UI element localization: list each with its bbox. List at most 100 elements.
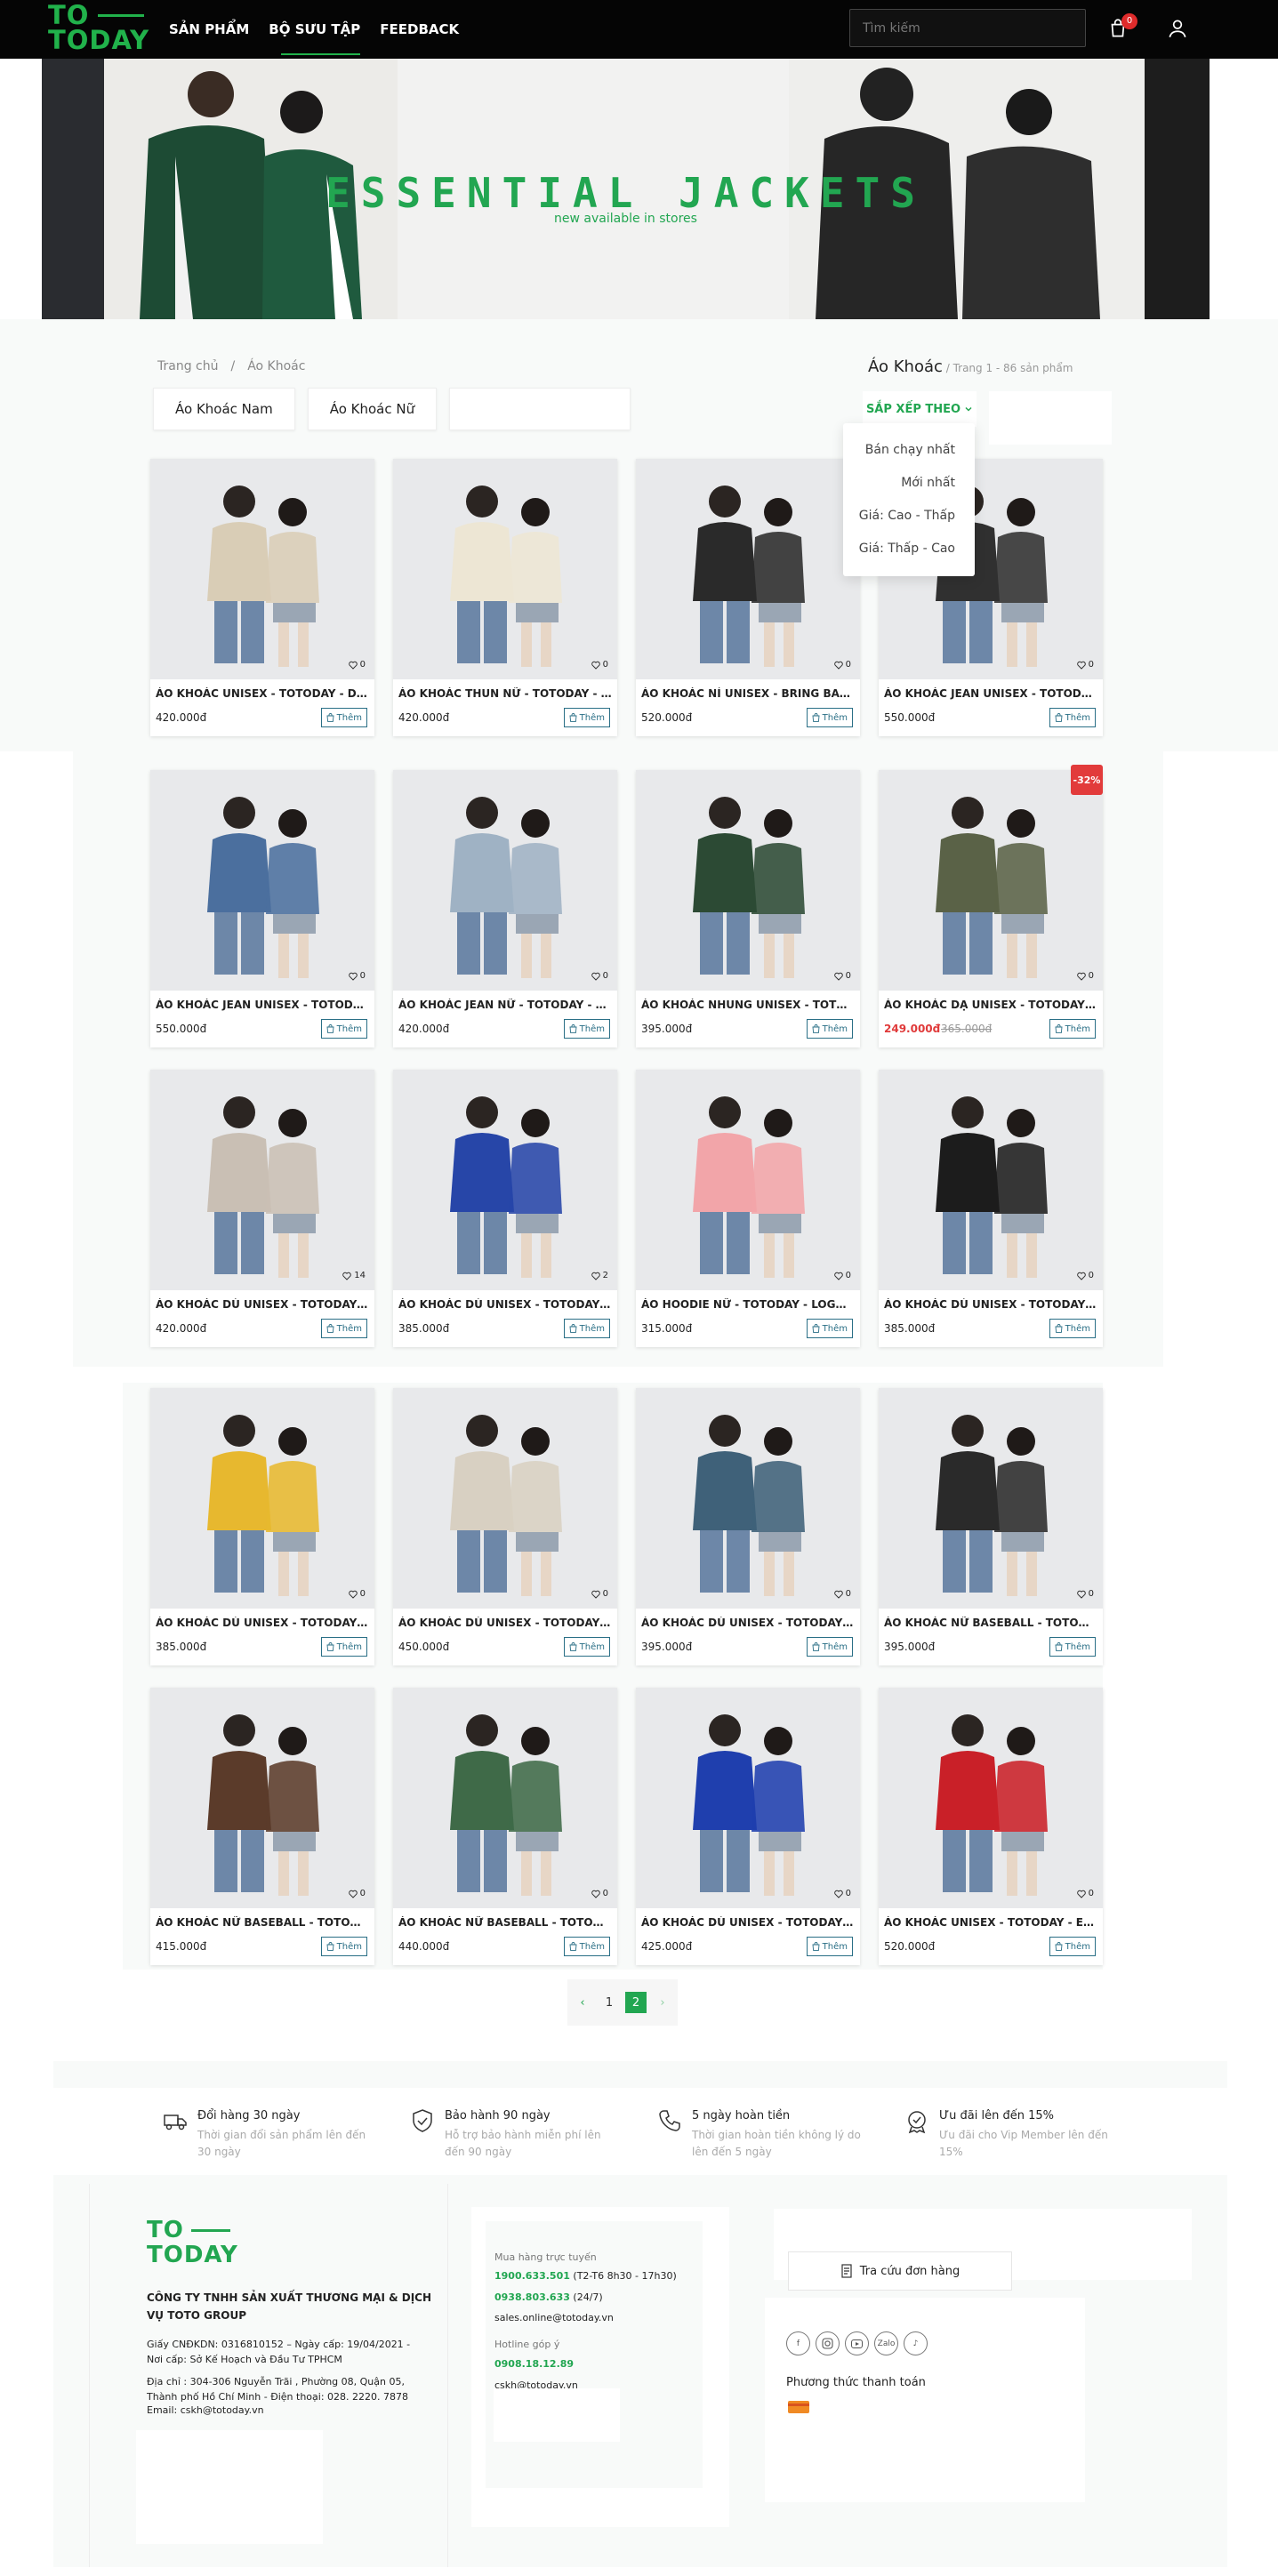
instagram-icon[interactable] — [816, 2331, 840, 2355]
add-to-cart-button[interactable]: Thêm — [320, 1019, 367, 1039]
product-image[interactable] — [150, 770, 374, 991]
order-tracking-button[interactable]: Tra cứu đơn hàng — [788, 2251, 1012, 2291]
search-input[interactable] — [849, 9, 1086, 47]
cart-button[interactable]: 0 — [1106, 13, 1137, 42]
product-card[interactable]: 0 ÁO KHOÁC JEAN UNISEX - TOTODAY - BLUE 55… — [150, 770, 374, 1047]
product-image[interactable] — [393, 1388, 617, 1609]
product-name[interactable]: ÁO KHOÁC THUN NỮ - TOTODAY - DELI — [398, 687, 612, 700]
nav-products[interactable]: SẢN PHẨM — [169, 4, 249, 55]
product-image[interactable] — [636, 1070, 860, 1290]
hero-banner[interactable]: ESSENTIAL JACKETS new available in store… — [42, 59, 1210, 319]
product-card[interactable]: 14 ÁO KHOÁC DÙ UNISEX - TOTODAY - DIVERSE… — [150, 1070, 374, 1347]
product-image[interactable] — [150, 1688, 374, 1908]
product-image[interactable] — [879, 770, 1103, 991]
product-image[interactable] — [636, 770, 860, 991]
wishlist-button[interactable]: 0 — [1076, 660, 1094, 670]
add-to-cart-button[interactable]: Thêm — [1049, 1019, 1096, 1039]
product-name[interactable]: ÁO KHOÁC DÙ UNISEX - TOTODAY - ACTIVE — [398, 1298, 612, 1311]
product-card[interactable]: 0 ÁO KHOÁC NHUNG UNISEX - TOTODAY - GREEN… — [636, 770, 860, 1047]
wishlist-button[interactable]: 0 — [591, 1889, 608, 1898]
product-name[interactable]: ÁO KHOÁC DÙ UNISEX - TOTODAY - RETRO — [641, 1617, 855, 1629]
add-to-cart-button[interactable]: Thêm — [1049, 708, 1096, 727]
add-to-cart-button[interactable]: Thêm — [806, 1019, 853, 1039]
add-to-cart-button[interactable]: Thêm — [806, 1937, 853, 1956]
filter-men-jackets[interactable]: Áo Khoác Nam — [153, 388, 295, 430]
wishlist-button[interactable]: 0 — [833, 1271, 851, 1280]
wishlist-button[interactable]: 0 — [348, 1889, 366, 1898]
product-name[interactable]: ÁO KHOÁC NHUNG UNISEX - TOTODAY - GREEN — [641, 999, 855, 1011]
add-to-cart-button[interactable]: Thêm — [563, 1319, 610, 1338]
sort-option-price-asc[interactable]: Giá: Thấp - Cao — [843, 533, 975, 566]
breadcrumb-home[interactable]: Trang chủ — [157, 359, 218, 373]
product-card[interactable]: 0 ÁO KHOÁC UNISEX - TOTODAY - DIFFERENT 42… — [150, 459, 374, 736]
sort-option-newest[interactable]: Mới nhất — [843, 467, 975, 500]
phone-24-7[interactable]: 0938.803.633 — [494, 2291, 570, 2303]
wishlist-button[interactable]: 0 — [833, 1889, 851, 1898]
footer-logo[interactable]: TO TODAY — [147, 2218, 238, 2267]
add-to-cart-button[interactable]: Thêm — [563, 1937, 610, 1956]
product-name[interactable]: ÁO KHOÁC DÙ UNISEX - TOTODAY - DIVERSE — [156, 1298, 369, 1311]
sales-email[interactable]: sales.online@totoday.vn — [494, 2312, 614, 2323]
product-name[interactable]: ÁO KHOÁC DÙ UNISEX - TOTODAY - REVERSE — [641, 1916, 855, 1929]
wishlist-button[interactable]: 0 — [833, 1589, 851, 1599]
online-order-phone[interactable]: 1900.633.501 — [494, 2270, 570, 2282]
product-image[interactable] — [879, 1388, 1103, 1609]
product-image[interactable] — [393, 1688, 617, 1908]
add-to-cart-button[interactable]: Thêm — [806, 1319, 853, 1338]
add-to-cart-button[interactable]: Thêm — [563, 1019, 610, 1039]
product-name[interactable]: ÁO KHOÁC DÙ UNISEX - TOTODAY - ALL BLACK — [884, 1298, 1097, 1311]
product-name[interactable]: ÁO KHOÁC UNISEX - TOTODAY - ENOUGH — [884, 1916, 1097, 1929]
product-name[interactable]: ÁO KHOÁC JEAN NỮ - TOTODAY - DENIM — [398, 999, 612, 1011]
pagination-page-1[interactable]: 1 — [599, 1992, 620, 2013]
pagination-next[interactable]: › — [652, 1992, 673, 2013]
product-name[interactable]: ÁO KHOÁC NỮ BASEBALL - TOTODAY - GREEN — [398, 1916, 612, 1929]
product-card[interactable]: 0 -32% ÁO KHOÁC DẠ UNISEX - TOTODAY - CHEC… — [879, 765, 1103, 1047]
wishlist-button[interactable]: 0 — [348, 660, 366, 670]
product-card[interactable]: 0 ÁO KHOÁC DÙ UNISEX - TOTODAY - GLORY 450… — [393, 1388, 617, 1665]
product-name[interactable]: ÁO KHOÁC NỮ BASEBALL - TOTODAY - BROWN — [156, 1916, 369, 1929]
zalo-icon[interactable]: Zalo — [874, 2331, 898, 2355]
product-image[interactable] — [636, 1688, 860, 1908]
product-name[interactable]: ÁO KHOÁC NỈ UNISEX - BRING BACK TO — [641, 687, 855, 700]
account-button[interactable] — [1166, 17, 1191, 42]
wishlist-button[interactable]: 14 — [342, 1271, 366, 1280]
pagination-prev[interactable]: ‹ — [572, 1992, 593, 2013]
add-to-cart-button[interactable]: Thêm — [806, 708, 853, 727]
product-image[interactable] — [636, 459, 860, 679]
product-image[interactable] — [150, 459, 374, 679]
wishlist-button[interactable]: 0 — [1076, 1889, 1094, 1898]
product-name[interactable]: ÁO KHOÁC UNISEX - TOTODAY - DIFFERENT — [156, 687, 369, 700]
sort-option-bestseller[interactable]: Bán chạy nhất — [843, 434, 975, 467]
wishlist-button[interactable]: 0 — [833, 971, 851, 981]
sort-dropdown-button[interactable]: SẮP XẾP THEO — [863, 391, 977, 427]
product-card[interactable]: 2 ÁO KHOÁC DÙ UNISEX - TOTODAY - ACTIVE 38… — [393, 1070, 617, 1347]
product-name[interactable]: ÁO KHOÁC DÙ UNISEX - TOTODAY - GLORY — [398, 1617, 612, 1629]
add-to-cart-button[interactable]: Thêm — [320, 1937, 367, 1956]
product-image[interactable] — [879, 1070, 1103, 1290]
product-name[interactable]: ÁO KHOÁC DẠ UNISEX - TOTODAY - CHECK — [884, 999, 1097, 1011]
product-name[interactable]: ÁO KHOÁC DÙ UNISEX - TOTODAY - SPORT — [156, 1617, 369, 1629]
add-to-cart-button[interactable]: Thêm — [806, 1637, 853, 1657]
product-image[interactable] — [150, 1388, 374, 1609]
nav-collections[interactable]: BỘ SƯU TẬP — [269, 4, 360, 55]
facebook-icon[interactable]: f — [786, 2331, 810, 2355]
logo[interactable]: TO TODAY — [48, 3, 149, 54]
youtube-icon[interactable] — [845, 2331, 869, 2355]
add-to-cart-button[interactable]: Thêm — [320, 1319, 367, 1338]
product-name[interactable]: ÁO KHOÁC JEAN UNISEX - TOTODAY - BLUE — [156, 999, 369, 1011]
wishlist-button[interactable]: 0 — [348, 971, 366, 981]
hotline-phone[interactable]: 0908.18.12.89 — [494, 2358, 574, 2370]
product-card[interactable]: 0 ÁO KHOÁC DÙ UNISEX - TOTODAY - ALL BLAC… — [879, 1070, 1103, 1347]
product-image[interactable] — [150, 1070, 374, 1290]
nav-feedback[interactable]: FEEDBACK — [380, 4, 459, 55]
product-image[interactable] — [636, 1388, 860, 1609]
product-card[interactable]: 0 ÁO HOODIE NỮ - TOTODAY - LOGO C 315.000đ… — [636, 1070, 860, 1347]
product-card[interactable]: 0 ÁO KHOÁC UNISEX - TOTODAY - ENOUGH 520.0… — [879, 1688, 1103, 1965]
product-image[interactable] — [393, 459, 617, 679]
product-image[interactable] — [393, 1070, 617, 1290]
sort-option-price-desc[interactable]: Giá: Cao - Thấp — [843, 500, 975, 533]
product-name[interactable]: ÁO KHOÁC NỮ BASEBALL - TOTODAY - BLACK — [884, 1617, 1097, 1629]
tiktok-icon[interactable]: ♪ — [904, 2331, 928, 2355]
breadcrumb-current[interactable]: Áo Khoác — [247, 359, 305, 373]
add-to-cart-button[interactable]: Thêm — [563, 708, 610, 727]
